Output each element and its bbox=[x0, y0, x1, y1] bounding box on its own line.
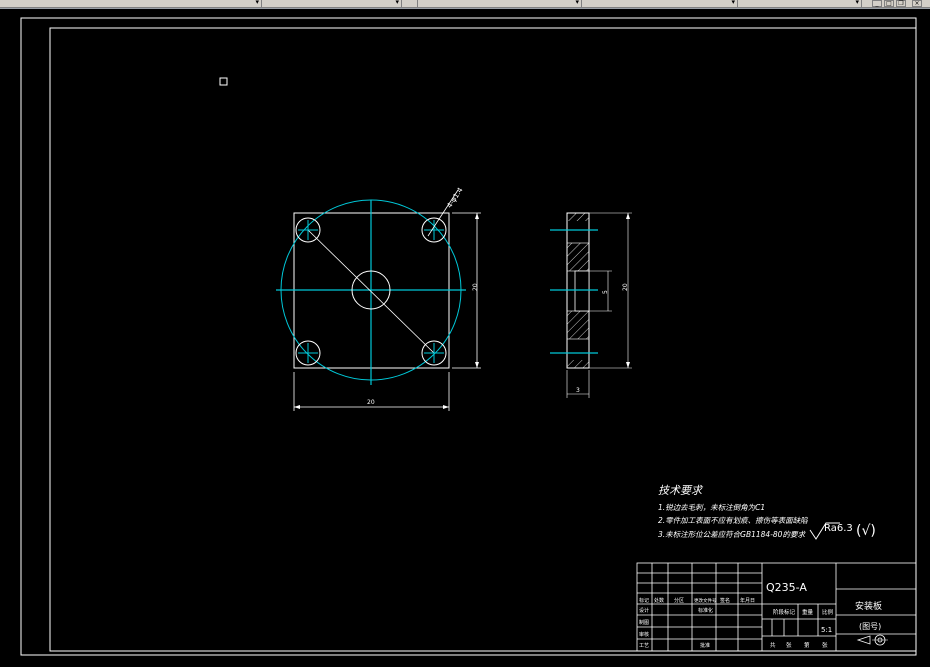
approve-label: 批准 bbox=[700, 642, 710, 649]
row-label-review: 审核 bbox=[639, 631, 649, 638]
header-cell-4: 更改文件号 bbox=[694, 597, 717, 604]
restore-icon[interactable]: ❐ bbox=[896, 0, 906, 7]
sheet-total-label: 共 bbox=[770, 641, 776, 649]
drawing-canvas[interactable]: 4-φ1.4 20 20 5 20 3 技术要求 1.锐边去毛刺，未标注倒角为C… bbox=[0, 9, 930, 667]
hole-callout-label: 4-φ1.4 bbox=[445, 186, 464, 210]
toolbar-dropdown-5[interactable]: ▾ bbox=[738, 0, 862, 7]
roughness-symbol: Ra6.3 (√) bbox=[809, 522, 876, 540]
chevron-down-icon: ▾ bbox=[575, 0, 579, 6]
part-name-label: 安装板 bbox=[855, 600, 882, 612]
chevron-down-icon: ▾ bbox=[395, 0, 399, 6]
side-view: 5 20 3 bbox=[550, 212, 632, 398]
chevron-down-icon: ▾ bbox=[255, 0, 259, 6]
side-bore bbox=[574, 270, 590, 312]
header-cell-6: 年月日 bbox=[740, 597, 755, 604]
drawing-no-label: (图号) bbox=[859, 622, 881, 631]
toolbar-dropdown-2[interactable]: ▾ bbox=[262, 0, 402, 7]
row-label-design: 设计 bbox=[639, 607, 649, 614]
toolbar-dropdown-1[interactable]: ▾ bbox=[0, 0, 262, 7]
sheet-unit-2: 张 bbox=[822, 641, 828, 649]
std-label: 标准化 bbox=[698, 607, 713, 614]
chevron-down-icon: ▾ bbox=[855, 0, 859, 6]
maximize-icon[interactable]: □ bbox=[884, 0, 894, 7]
dim-width-label: 20 bbox=[367, 399, 375, 406]
row-label-process: 工艺 bbox=[639, 643, 649, 649]
roughness-label: Ra6.3 bbox=[824, 523, 853, 534]
header-cell-3: 分区 bbox=[674, 597, 684, 604]
scale-value: 5:1 bbox=[821, 626, 832, 634]
pickbox-cursor-icon[interactable] bbox=[219, 77, 228, 86]
header-cell-5: 签名 bbox=[720, 597, 730, 604]
roughness-paren: (√) bbox=[856, 523, 876, 539]
scale-label: 比例 bbox=[822, 608, 834, 616]
minimize-icon[interactable]: _ bbox=[872, 0, 882, 7]
toolbar-button[interactable] bbox=[402, 0, 418, 7]
toolbar-dropdown-4[interactable]: ▾ bbox=[582, 0, 738, 7]
sheet-no-label: 第 bbox=[804, 641, 810, 649]
projection-symbol-icon bbox=[856, 634, 888, 646]
toolbar-strip: ▾ ▾ ▾ ▾ ▾ _ □ ❐ × bbox=[0, 0, 930, 8]
dim-height-label: 20 bbox=[472, 283, 479, 291]
weight-label: 重量 bbox=[802, 608, 814, 616]
header-cell-2: 处数 bbox=[654, 597, 664, 604]
outer-border bbox=[20, 17, 917, 656]
row-label-draw: 制图 bbox=[639, 619, 649, 626]
tech-item-3: 3.未标注形位公差应符合GB1184-80的要求 bbox=[658, 530, 806, 539]
inner-border bbox=[49, 27, 917, 652]
tech-item-2: 2.零件加工表面不应有划痕、擦伤等表面缺陷 bbox=[658, 516, 808, 525]
toolbar-dropdown-3[interactable]: ▾ bbox=[418, 0, 582, 7]
dim-side-height-label: 20 bbox=[622, 283, 629, 291]
dim-bore-label: 5 bbox=[602, 290, 609, 294]
front-view: 4-φ1.4 20 20 bbox=[276, 186, 481, 411]
tech-item-1: 1.锐边去毛刺，未标注倒角为C1 bbox=[658, 503, 765, 512]
close-icon[interactable]: × bbox=[912, 0, 922, 7]
dim-thickness-label: 3 bbox=[576, 387, 580, 394]
tech-title: 技术要求 bbox=[658, 484, 704, 497]
sheet-unit-1: 张 bbox=[786, 641, 792, 649]
chevron-down-icon: ▾ bbox=[731, 0, 735, 6]
material-label: Q235-A bbox=[766, 581, 807, 594]
header-cell-1: 标记 bbox=[639, 597, 649, 604]
stage-label: 阶段标记 bbox=[773, 608, 796, 616]
tech-requirements: 技术要求 1.锐边去毛刺，未标注倒角为C1 2.零件加工表面不应有划痕、擦伤等表… bbox=[658, 484, 808, 539]
